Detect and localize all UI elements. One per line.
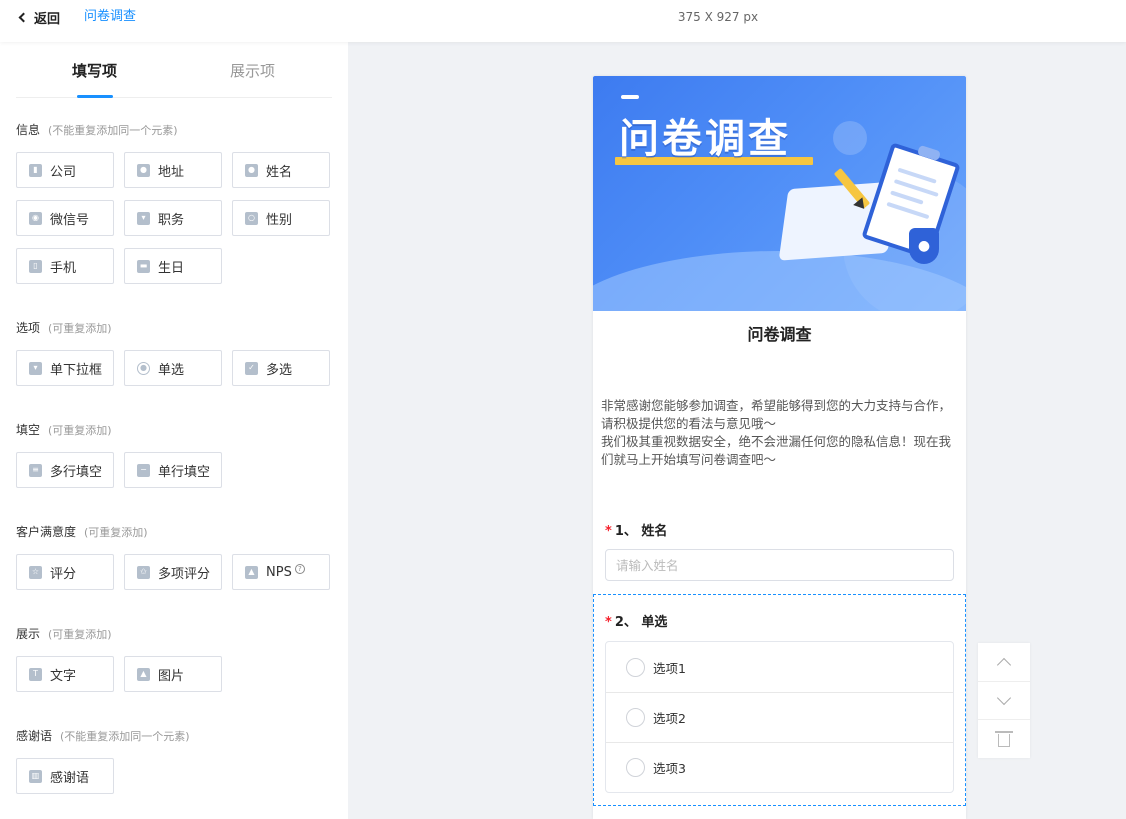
question-toolbar	[978, 643, 1030, 758]
delete-button[interactable]	[978, 719, 1030, 757]
banner-title: 问卷调查	[619, 116, 791, 162]
tab-active-indicator	[77, 95, 113, 98]
gift-icon: ▥	[29, 769, 42, 783]
component-multi-choice[interactable]: ✓ 多选	[232, 350, 330, 386]
component-position[interactable]: ▾ 职务	[124, 200, 222, 236]
gender-icon: ○	[245, 211, 258, 225]
tab-display-items[interactable]: 展示项	[230, 60, 275, 82]
mobile-phone-icon: ▯	[29, 259, 42, 273]
text-icon: T	[29, 667, 42, 681]
form-banner[interactable]: 问卷调查 ●	[593, 76, 966, 311]
chevron-up-icon	[996, 657, 1012, 672]
section-title-display: 展示 (可重复添加)	[16, 627, 112, 641]
section-title-options: 选项 (可重复添加)	[16, 321, 112, 335]
section-title-info: 信息 (不能重复添加同一个元素)	[16, 123, 178, 137]
component-phone[interactable]: ▯ 手机	[16, 248, 114, 284]
tab-fill-items[interactable]: 填写项	[72, 60, 117, 82]
single-choice-options: 选项1 选项2 选项3	[605, 641, 954, 793]
location-pin-icon: ●	[137, 163, 150, 177]
component-multiline-blank[interactable]: ≡ 多行填空	[16, 452, 114, 488]
thumbs-up-icon: ▲	[245, 565, 258, 579]
section-title-blank: 填空 (可重复添加)	[16, 423, 112, 437]
image-icon: ▲	[137, 667, 150, 681]
radio-circle-icon	[626, 708, 645, 727]
tie-icon: ▾	[137, 211, 150, 225]
component-text[interactable]: T 文字	[16, 656, 114, 692]
dropdown-icon: ▾	[29, 361, 42, 375]
section-title-satisfaction: 客户满意度 (可重复添加)	[16, 525, 148, 539]
canvas-size-label: 375 X 927 px	[677, 10, 759, 24]
shield-user-icon: ●	[909, 228, 939, 264]
component-image[interactable]: ▲ 图片	[124, 656, 222, 692]
radio-circle-icon	[626, 758, 645, 777]
user-icon: ●	[245, 163, 258, 177]
move-down-button[interactable]	[978, 681, 1030, 719]
top-bar: 返回 问卷调查 375 X 927 px	[0, 0, 1126, 42]
question-2-label: * 2、 单选	[605, 615, 668, 630]
name-input[interactable]	[605, 549, 954, 581]
move-up-button[interactable]	[978, 643, 1030, 681]
component-dropdown[interactable]: ▾ 单下拉框	[16, 350, 114, 386]
component-multi-rating[interactable]: ✩ 多项评分	[124, 554, 222, 590]
section-title-thanks: 感谢语 (不能重复添加同一个元素)	[16, 729, 190, 743]
help-icon[interactable]: ?	[294, 564, 305, 574]
banner-decoration	[833, 121, 867, 155]
multiline-text-icon: ≡	[29, 463, 42, 477]
radio-circle-icon	[626, 657, 645, 677]
component-panel: 填写项 展示项 信息 (不能重复添加同一个元素) ▮ 公司 ● 地址 ● 姓名 ◉ 微信号…	[0, 42, 348, 819]
component-gender[interactable]: ○ 性别	[232, 200, 330, 236]
radio-option[interactable]: 选项3	[606, 742, 953, 792]
chevron-down-icon	[996, 690, 1012, 706]
component-birthday[interactable]: ▬ 生日	[124, 248, 222, 284]
banner-decoration	[621, 95, 639, 99]
question-1-label: * 1、 姓名	[605, 524, 668, 539]
checkbox-icon: ✓	[245, 361, 258, 375]
star-icon: ☆	[29, 565, 42, 579]
component-thanks[interactable]: ▥ 感谢语	[16, 758, 114, 794]
multi-star-icon: ✩	[137, 565, 150, 579]
radio-option[interactable]: 选项2	[606, 692, 953, 742]
wechat-icon: ◉	[29, 211, 42, 225]
component-address[interactable]: ● 地址	[124, 152, 222, 188]
form-preview: 问卷调查 ● 问卷调查 非常感谢您能够参加调查，希望能够得到您的大力支持与合作，…	[593, 76, 966, 819]
cake-icon: ▬	[137, 259, 150, 273]
panel-tabs: 填写项 展示项	[16, 42, 332, 98]
component-nps[interactable]: ▲ NPS?	[232, 554, 330, 590]
component-wechat[interactable]: ◉ 微信号	[16, 200, 114, 236]
component-rating[interactable]: ☆ 评分	[16, 554, 114, 590]
radio-option[interactable]: 选项1	[606, 642, 953, 692]
component-singleline-blank[interactable]: − 单行填空	[124, 452, 222, 488]
component-single-choice[interactable]: ● 单选	[124, 350, 222, 386]
form-title[interactable]: 问卷调查	[593, 323, 966, 347]
component-name[interactable]: ● 姓名	[232, 152, 330, 188]
form-description[interactable]: 非常感谢您能够参加调查，希望能够得到您的大力支持与合作，请积极提供您的看法与意见…	[601, 397, 959, 469]
building-icon: ▮	[29, 163, 42, 177]
singleline-text-icon: −	[137, 463, 150, 477]
form-description-line: 我们极其重视数据安全，绝不会泄漏任何您的隐私信息！现在我们就马上开始填写问卷调查…	[601, 434, 952, 467]
form-description-line: 非常感谢您能够参加调查，希望能够得到您的大力支持与合作，请积极提供您的看法与意见…	[601, 398, 952, 431]
radio-icon: ●	[137, 361, 150, 375]
component-company[interactable]: ▮ 公司	[16, 152, 114, 188]
trash-icon	[995, 730, 1013, 747]
